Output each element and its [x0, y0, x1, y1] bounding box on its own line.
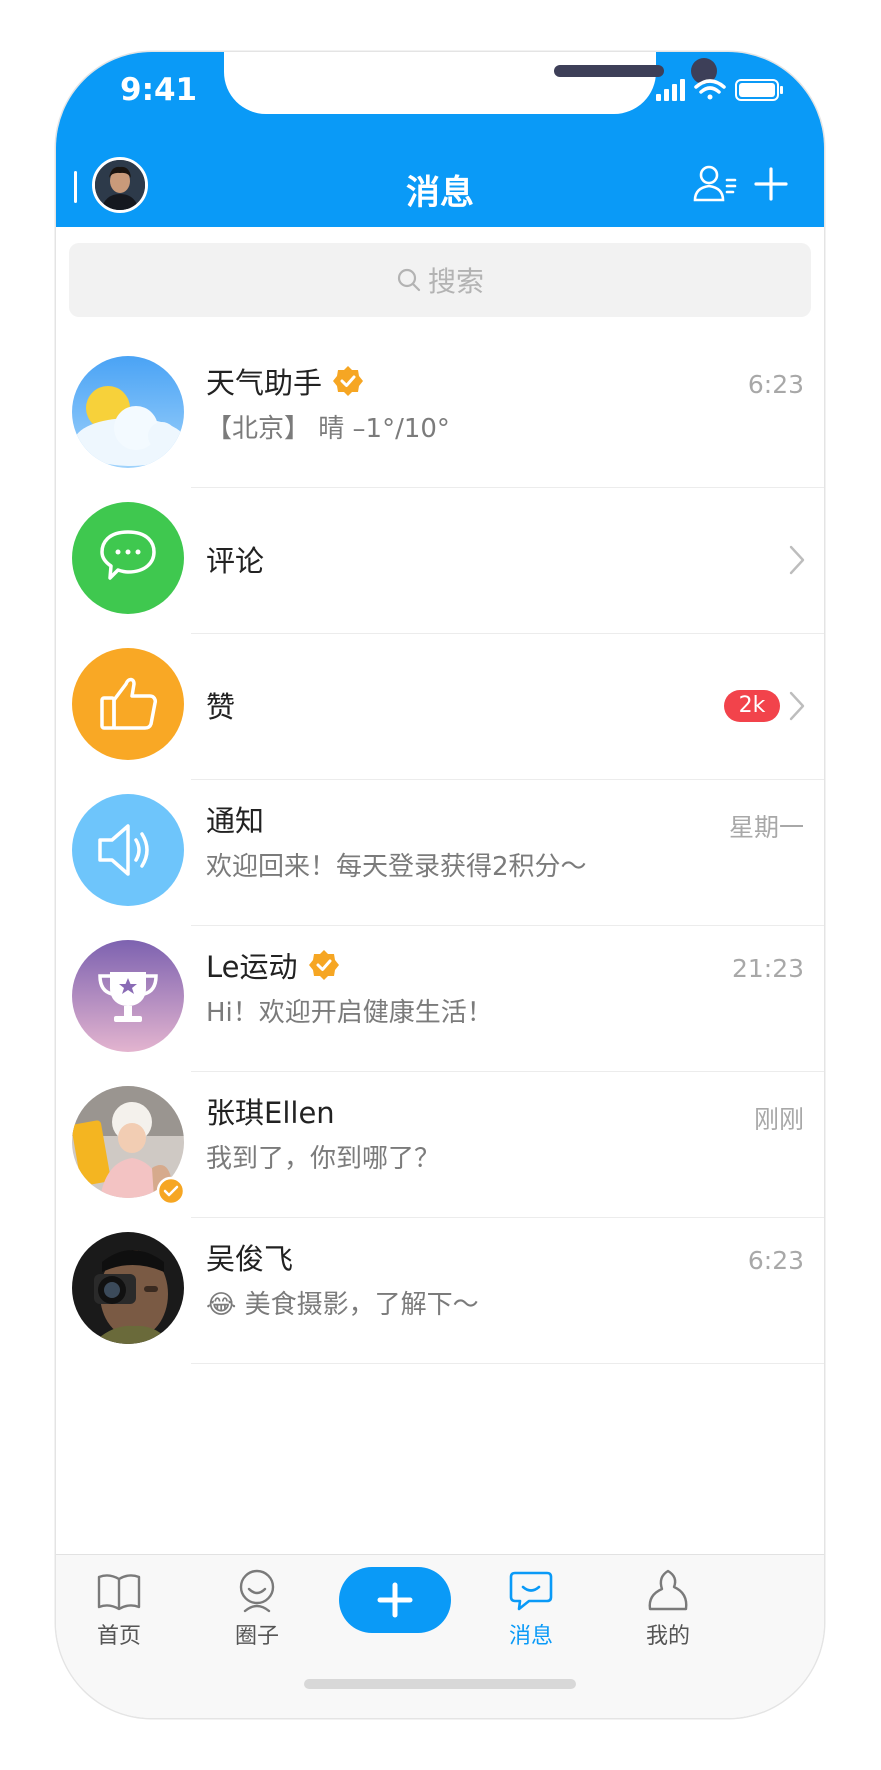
- verified-badge-icon: [333, 366, 364, 396]
- conversation-preview: 我到了，你到哪了？: [206, 1144, 441, 1174]
- chevron-right-icon: [789, 691, 805, 721]
- status-icons: [656, 79, 783, 101]
- tab-label: 消息: [508, 1624, 553, 1649]
- wifi-icon: [694, 79, 726, 100]
- conversation-name: 赞: [206, 690, 236, 724]
- conversation-name: 吴俊飞: [206, 1242, 294, 1276]
- tab-home[interactable]: 首页: [64, 1567, 174, 1650]
- search-bar[interactable]: 搜索: [69, 243, 811, 317]
- comment-icon: [72, 502, 184, 614]
- conversation-ellen[interactable]: 张琪Ellen 我到了，你到哪了？ 刚刚: [56, 1072, 824, 1218]
- phone-screen: 9:41 消息 搜索 天气助手 【北京】 晴 –1°/10° 6:23 评论 赞…: [56, 52, 824, 1718]
- speaker-icon: [72, 794, 184, 906]
- row-divider: [191, 1363, 824, 1364]
- profile-icon: [648, 1569, 688, 1611]
- conversation-list: 天气助手 【北京】 晴 –1°/10° 6:23 评论 赞 2k 通知 欢迎回来…: [56, 342, 824, 1364]
- nav-bar: 消息: [56, 145, 824, 227]
- message-bubble-icon: [509, 1571, 553, 1611]
- conversation-likes[interactable]: 赞 2k: [56, 634, 824, 780]
- conversation-preview: 欢迎回来！每天登录获得2积分～: [206, 852, 587, 882]
- conversation-name: 张琪Ellen: [206, 1096, 335, 1130]
- tab-messages[interactable]: 消息: [476, 1567, 586, 1650]
- conversation-time: 6:23: [747, 370, 804, 399]
- conversation-notifications[interactable]: 通知 欢迎回来！每天登录获得2积分～ 星期一: [56, 780, 824, 926]
- circle-face-icon: [239, 1569, 275, 1613]
- add-icon[interactable]: [753, 166, 789, 202]
- speaker: [554, 65, 664, 77]
- conversation-preview: 😂 美食摄影，了解下～: [206, 1290, 479, 1320]
- tab-mine[interactable]: 我的: [613, 1567, 723, 1650]
- contacts-icon[interactable]: [689, 160, 737, 208]
- thumbs-up-icon: [72, 648, 184, 760]
- conversation-time: 星期一: [728, 813, 804, 842]
- home-indicator[interactable]: [304, 1679, 576, 1689]
- conversation-name: 评论: [206, 544, 265, 578]
- conversation-time: 21:23: [731, 954, 804, 983]
- header-background: 9:41 消息: [56, 52, 824, 227]
- conversation-wu-junfei[interactable]: 吴俊飞 😂 美食摄影，了解下～ 6:23: [56, 1218, 824, 1364]
- conversation-le-sport[interactable]: Le运动 Hi！欢迎开启健康生活！ 21:23: [56, 926, 824, 1072]
- tab-label: 圈子: [234, 1624, 279, 1649]
- unread-badge: 2k: [724, 690, 780, 722]
- tab-label: 我的: [645, 1624, 690, 1649]
- conversation-time: 刚刚: [753, 1105, 804, 1134]
- conversation-name: 通知: [206, 804, 265, 838]
- status-time: 9:41: [120, 72, 198, 108]
- weather-icon: [72, 356, 184, 468]
- plus-icon: [377, 1582, 413, 1618]
- laughing-emoji: 😂: [206, 1290, 237, 1320]
- book-icon: [97, 1574, 141, 1611]
- conversation-comments[interactable]: 评论: [56, 488, 824, 634]
- conversation-preview: Hi！欢迎开启健康生活！: [206, 998, 493, 1028]
- conversation-name: 天气助手: [206, 360, 364, 402]
- tab-label: 首页: [96, 1624, 141, 1649]
- verified-user-badge-icon: [156, 1176, 186, 1206]
- conversation-preview: 【北京】 晴 –1°/10°: [206, 414, 450, 444]
- search-icon: [397, 268, 421, 292]
- conversation-time: 6:23: [747, 1246, 804, 1275]
- trophy-icon: [72, 940, 184, 1052]
- search-placeholder: 搜索: [427, 265, 484, 298]
- conversation-name: Le运动: [206, 944, 340, 986]
- tab-bar: 首页 圈子 消息 我的: [56, 1554, 824, 1718]
- conversation-weather[interactable]: 天气助手 【北京】 晴 –1°/10° 6:23: [56, 342, 824, 488]
- user-photo: [72, 1232, 184, 1344]
- verified-badge-icon: [308, 950, 339, 980]
- compose-button[interactable]: [339, 1567, 451, 1633]
- signal-icon: [656, 79, 685, 101]
- chevron-right-icon: [789, 545, 805, 575]
- battery-icon: [735, 79, 783, 101]
- notch: [224, 52, 717, 114]
- tab-circle[interactable]: 圈子: [202, 1567, 312, 1650]
